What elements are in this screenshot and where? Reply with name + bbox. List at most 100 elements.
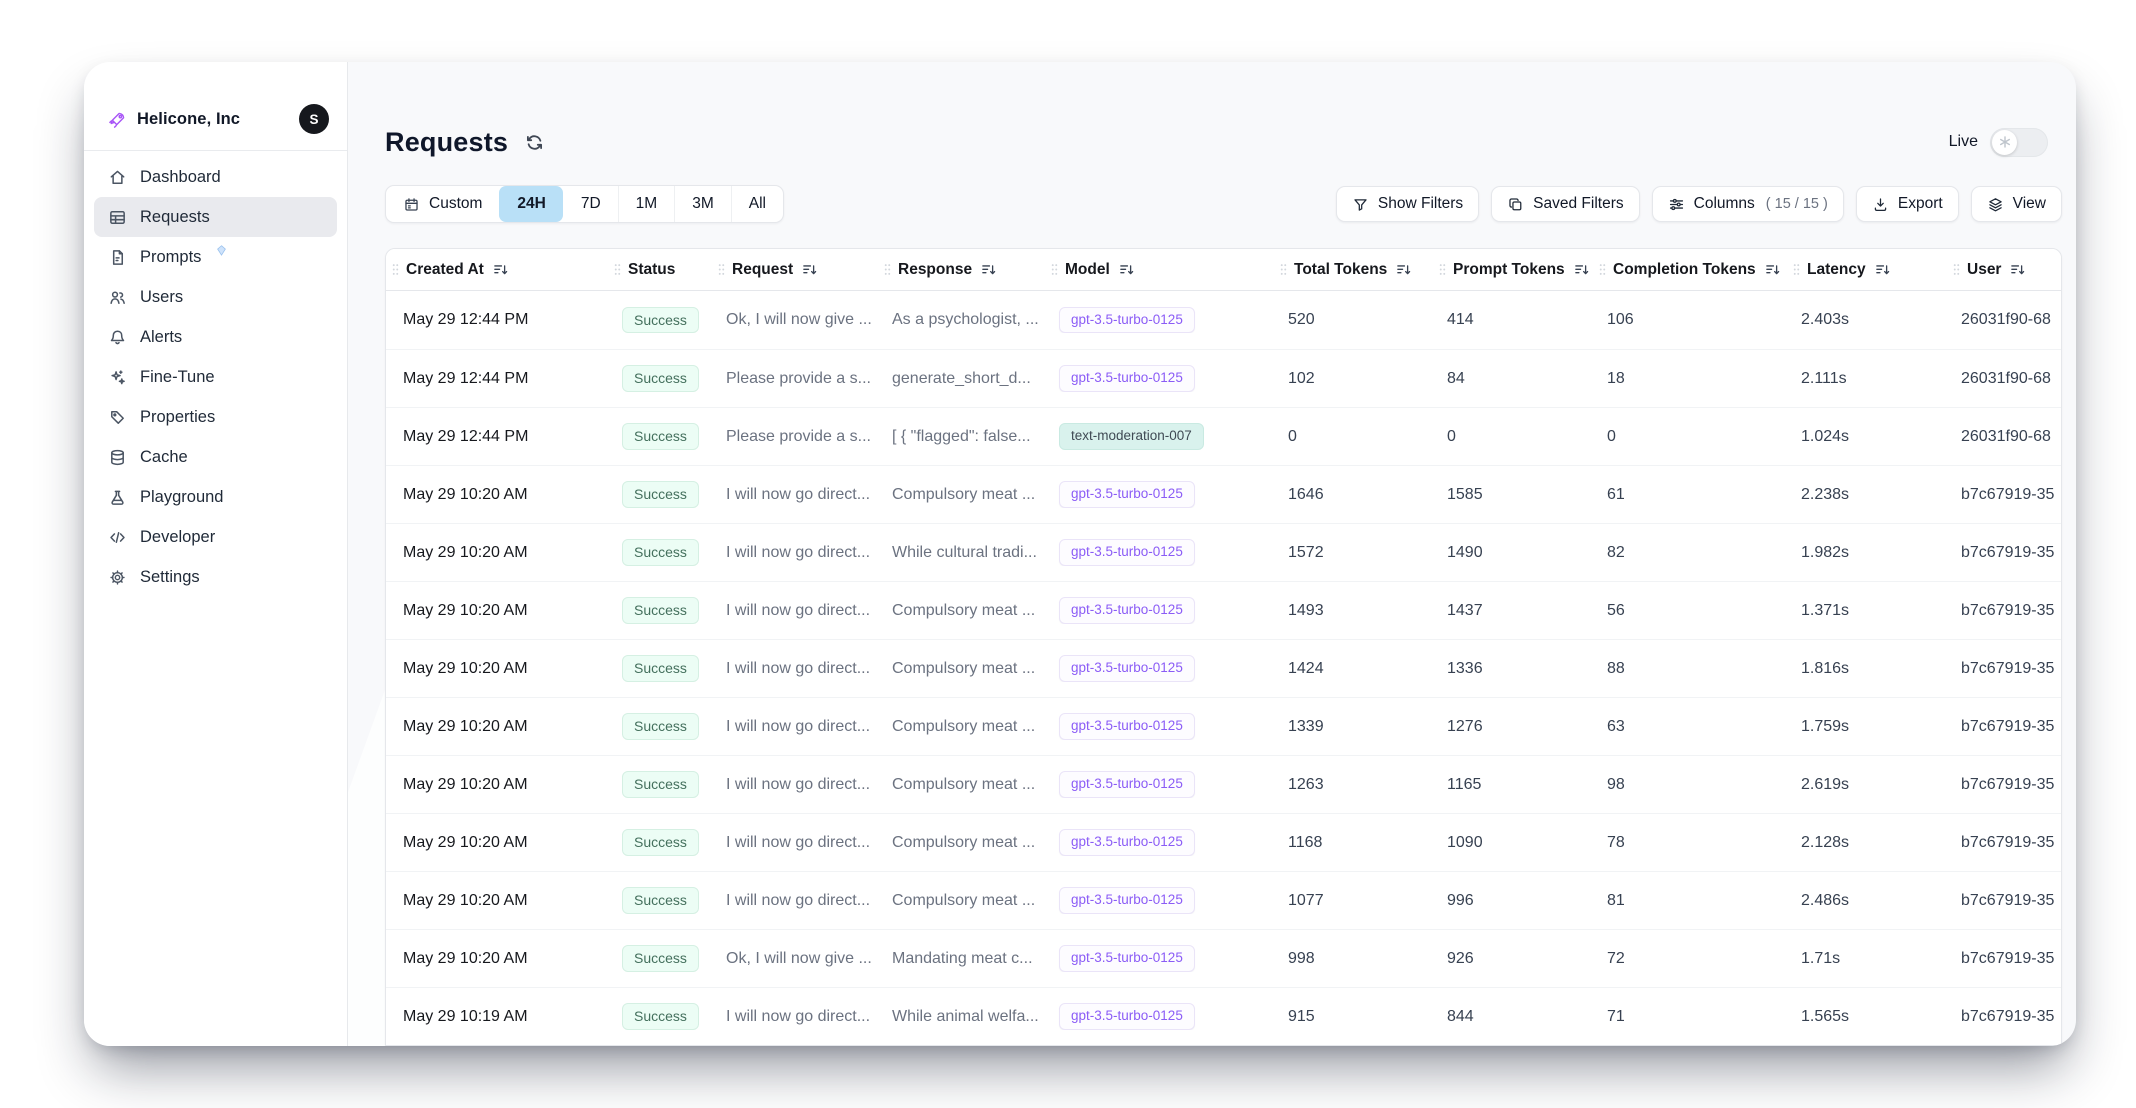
column-header-model[interactable]: Model — [1045, 261, 1274, 279]
sort-icon[interactable] — [802, 262, 817, 277]
view-button[interactable]: View — [1971, 186, 2062, 222]
request-row[interactable]: May 29 12:44 PM Success Please provide a… — [386, 349, 2061, 407]
status-badge: Success — [622, 713, 699, 740]
database-icon — [108, 448, 127, 467]
column-header-request[interactable]: Request — [712, 261, 878, 279]
cell-prompt-tokens: 996 — [1433, 892, 1593, 910]
request-row[interactable]: May 29 10:20 AM Success I will now go di… — [386, 755, 2061, 813]
export-button[interactable]: Export — [1856, 186, 1959, 222]
request-row[interactable]: May 29 10:20 AM Success I will now go di… — [386, 813, 2061, 871]
sidebar-item-properties[interactable]: Properties — [94, 397, 337, 437]
sort-icon[interactable] — [981, 262, 996, 277]
drag-handle-icon[interactable] — [1439, 263, 1446, 276]
column-label: Completion Tokens — [1613, 261, 1756, 279]
show-filters-button[interactable]: Show Filters — [1336, 186, 1479, 222]
cell-request: I will now go direct... — [712, 834, 878, 852]
cell-created-at: May 29 12:44 PM — [386, 311, 608, 329]
cell-response: Compulsory meat ... — [878, 776, 1045, 794]
request-row[interactable]: May 29 10:20 AM Success I will now go di… — [386, 465, 2061, 523]
sidebar-item-prompts[interactable]: Prompts — [94, 237, 337, 277]
live-toggle[interactable] — [1990, 128, 2048, 157]
sidebar-item-settings[interactable]: Settings — [94, 557, 337, 597]
sidebar-item-dashboard[interactable]: Dashboard — [94, 157, 337, 197]
column-header-prompt-tokens[interactable]: Prompt Tokens — [1433, 261, 1593, 279]
cell-created-at: May 29 10:20 AM — [386, 776, 608, 794]
column-label: Response — [898, 261, 972, 279]
sort-icon[interactable] — [1765, 262, 1780, 277]
sidebar-item-requests[interactable]: Requests — [94, 197, 337, 237]
cell-created-at: May 29 10:20 AM — [386, 950, 608, 968]
drag-handle-icon[interactable] — [1599, 263, 1606, 276]
cell-created-at: May 29 10:20 AM — [386, 486, 608, 504]
time-range-custom[interactable]: Custom — [386, 186, 499, 222]
cell-response: Compulsory meat ... — [878, 834, 1045, 852]
cell-total-tokens: 1572 — [1274, 544, 1433, 562]
cell-user: b7c67919-35 — [1947, 950, 2062, 968]
column-header-response[interactable]: Response — [878, 261, 1045, 279]
request-row[interactable]: May 29 10:20 AM Success I will now go di… — [386, 871, 2061, 929]
column-header-created-at[interactable]: Created At — [386, 261, 608, 279]
sidebar-item-developer[interactable]: Developer — [94, 517, 337, 557]
drag-handle-icon[interactable] — [1280, 263, 1287, 276]
users-icon — [108, 288, 127, 307]
sort-icon[interactable] — [1875, 262, 1890, 277]
cell-created-at: May 29 10:20 AM — [386, 718, 608, 736]
drag-handle-icon[interactable] — [718, 263, 725, 276]
time-range-24h[interactable]: 24H — [499, 186, 562, 222]
app-window: Helicone, Inc S Dashboard Requests — [84, 62, 2076, 1046]
request-row[interactable]: May 29 10:20 AM Success I will now go di… — [386, 639, 2061, 697]
time-range-all[interactable]: All — [731, 186, 783, 222]
cell-latency: 1.982s — [1787, 544, 1947, 562]
cell-created-at: May 29 12:44 PM — [386, 428, 608, 446]
column-header-status[interactable]: Status — [608, 261, 712, 279]
drag-handle-icon[interactable] — [1793, 263, 1800, 276]
org-switcher[interactable]: Helicone, Inc S — [84, 62, 347, 150]
column-header-user[interactable]: User — [1947, 261, 2062, 279]
sidebar-item-playground[interactable]: Playground — [94, 477, 337, 517]
sort-icon[interactable] — [1396, 262, 1411, 277]
cell-user: b7c67919-35 — [1947, 1008, 2062, 1026]
sidebar-item-cache[interactable]: Cache — [94, 437, 337, 477]
refresh-icon[interactable] — [524, 132, 545, 153]
column-header-total-tokens[interactable]: Total Tokens — [1274, 261, 1433, 279]
request-row[interactable]: May 29 10:20 AM Success I will now go di… — [386, 697, 2061, 755]
cell-status: Success — [608, 307, 712, 334]
cell-status: Success — [608, 771, 712, 798]
cell-model: gpt-3.5-turbo-0125 — [1045, 1003, 1274, 1029]
sidebar-item-users[interactable]: Users — [94, 277, 337, 317]
request-row[interactable]: May 29 10:19 AM Success I will now go di… — [386, 987, 2061, 1045]
column-header-completion-tokens[interactable]: Completion Tokens — [1593, 261, 1787, 279]
sort-icon[interactable] — [1119, 262, 1134, 277]
avatar[interactable]: S — [299, 104, 329, 134]
drag-handle-icon[interactable] — [884, 263, 891, 276]
sort-icon[interactable] — [2010, 262, 2025, 277]
model-badge: text-moderation-007 — [1059, 423, 1204, 449]
request-row[interactable]: May 29 10:20 AM Success I will now go di… — [386, 523, 2061, 581]
columns-button[interactable]: Columns ( 15 / 15 ) — [1652, 186, 1844, 222]
sort-icon[interactable] — [1574, 262, 1589, 277]
main-content: Requests Live — [348, 62, 2076, 1046]
column-header-latency[interactable]: Latency — [1787, 261, 1947, 279]
drag-handle-icon[interactable] — [614, 263, 621, 276]
model-badge: gpt-3.5-turbo-0125 — [1059, 829, 1195, 855]
time-range-1m[interactable]: 1M — [618, 186, 675, 222]
sidebar-item-alerts[interactable]: Alerts — [94, 317, 337, 357]
saved-filters-button[interactable]: Saved Filters — [1491, 186, 1639, 222]
sort-icon[interactable] — [493, 262, 508, 277]
drag-handle-icon[interactable] — [1953, 263, 1960, 276]
time-range-7d[interactable]: 7D — [563, 186, 618, 222]
cell-created-at: May 29 10:20 AM — [386, 892, 608, 910]
sliders-icon — [1668, 196, 1685, 213]
request-row[interactable]: May 29 12:44 PM Success Please provide a… — [386, 407, 2061, 465]
time-range-3m[interactable]: 3M — [674, 186, 731, 222]
drag-handle-icon[interactable] — [392, 263, 399, 276]
cell-total-tokens: 520 — [1274, 311, 1433, 329]
drag-handle-icon[interactable] — [1051, 263, 1058, 276]
request-row[interactable]: May 29 12:44 PM Success Ok, I will now g… — [386, 291, 2061, 349]
status-badge: Success — [622, 887, 699, 914]
cell-user: b7c67919-35 — [1947, 544, 2062, 562]
cell-prompt-tokens: 844 — [1433, 1008, 1593, 1026]
request-row[interactable]: May 29 10:20 AM Success Ok, I will now g… — [386, 929, 2061, 987]
sidebar-item-fine-tune[interactable]: Fine-Tune — [94, 357, 337, 397]
request-row[interactable]: May 29 10:20 AM Success I will now go di… — [386, 581, 2061, 639]
